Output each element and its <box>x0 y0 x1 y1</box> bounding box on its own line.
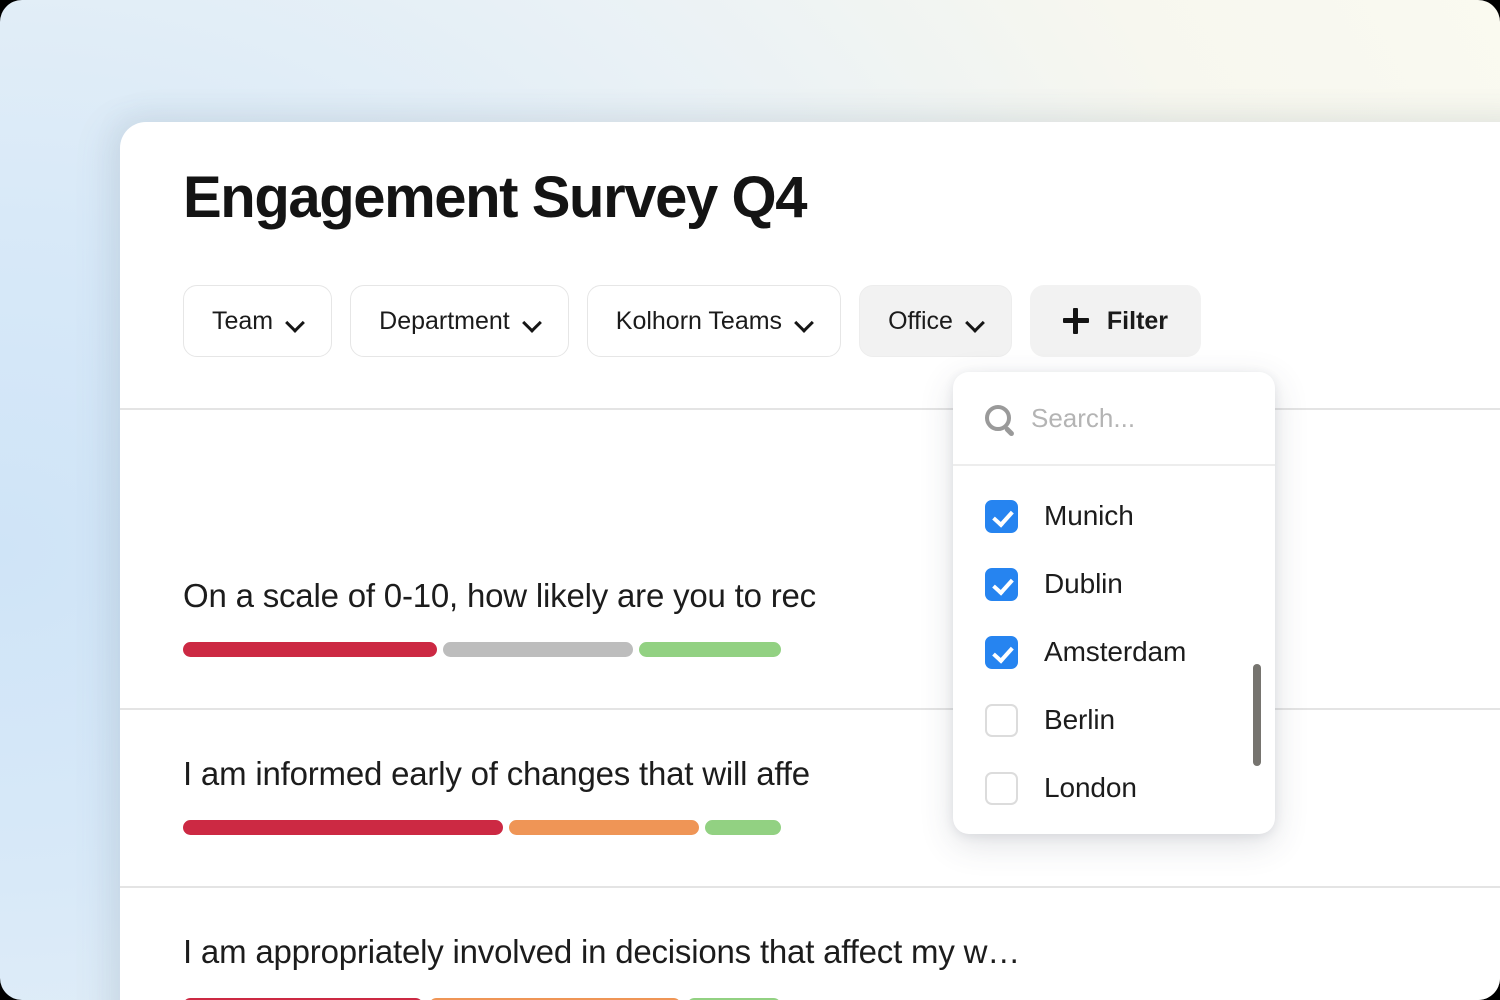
office-option-amsterdam[interactable]: Amsterdam <box>953 618 1275 686</box>
checkbox-checked-icon[interactable] <box>985 499 1018 533</box>
office-option-label: Berlin <box>1044 704 1115 735</box>
filter-chip-kolhorn-teams-label: Kolhorn Teams <box>615 306 783 335</box>
row-divider <box>120 886 1500 888</box>
checkbox-checked-icon[interactable] <box>985 567 1018 601</box>
office-option-label: Dublin <box>1044 568 1123 599</box>
question-text: I am appropriately involved in decisions… <box>183 933 1021 970</box>
add-filter-label: Filter <box>1106 306 1169 335</box>
survey-card: Engagement Survey Q4 Team Department Kol… <box>120 122 1500 1000</box>
search-icon <box>985 405 1011 431</box>
office-option-list: Munich Dublin Amsterdam Berlin London <box>953 466 1275 822</box>
office-option-munich[interactable]: Munich <box>953 482 1275 550</box>
question-text: I am informed early of changes that will… <box>183 755 810 792</box>
bar-segment-negative <box>183 820 503 835</box>
bar-segment-warning <box>509 820 699 835</box>
page-title: Engagement Survey Q4 <box>183 165 808 230</box>
filter-chip-office-label: Office <box>888 306 953 335</box>
filter-toolbar: Team Department Kolhorn Teams Office Fil… <box>183 285 1202 357</box>
plus-icon <box>1062 308 1089 334</box>
office-option-label: Munich <box>1044 500 1134 531</box>
app-canvas: Engagement Survey Q4 Team Department Kol… <box>0 0 1500 1000</box>
office-dropdown-panel: Munich Dublin Amsterdam Berlin London <box>953 372 1275 834</box>
chevron-down-icon <box>796 316 812 326</box>
checkbox-unchecked-icon[interactable] <box>985 771 1018 805</box>
question-row-1[interactable]: On a scale of 0-10, how likely are you t… <box>183 577 1500 657</box>
dropdown-search-bar <box>953 372 1275 466</box>
checkbox-unchecked-icon[interactable] <box>985 703 1018 737</box>
filter-chip-team-label: Team <box>212 306 274 335</box>
bar-segment-positive <box>639 642 781 657</box>
add-filter-button[interactable]: Filter <box>1029 285 1202 357</box>
filter-chip-kolhorn-teams[interactable]: Kolhorn Teams <box>586 285 842 357</box>
office-option-berlin[interactable]: Berlin <box>953 686 1275 754</box>
checkbox-checked-icon[interactable] <box>985 635 1018 669</box>
bar-segment-negative <box>183 642 437 657</box>
chevron-down-icon <box>524 316 540 326</box>
office-option-label: London <box>1044 772 1137 803</box>
row-divider <box>120 708 1500 710</box>
chevron-down-icon <box>287 316 303 326</box>
office-option-london[interactable]: London <box>953 754 1275 822</box>
question-row-2[interactable]: I am informed early of changes that will… <box>183 755 1500 835</box>
question-text: On a scale of 0-10, how likely are you t… <box>183 577 816 614</box>
office-option-label: Amsterdam <box>1044 636 1187 667</box>
filter-chip-office[interactable]: Office <box>859 285 1012 357</box>
bar-segment-neutral <box>443 642 633 657</box>
response-bar <box>183 642 1500 657</box>
filter-chip-department-label: Department <box>379 306 510 335</box>
search-input[interactable] <box>1029 401 1243 435</box>
dropdown-scrollbar-thumb[interactable] <box>1253 664 1261 766</box>
filter-chip-department[interactable]: Department <box>350 285 569 357</box>
filter-chip-team[interactable]: Team <box>183 285 333 357</box>
office-option-dublin[interactable]: Dublin <box>953 550 1275 618</box>
bar-segment-positive <box>705 820 781 835</box>
row-divider <box>120 408 1500 410</box>
question-row-3[interactable]: I am appropriately involved in decisions… <box>183 933 1500 1000</box>
response-bar <box>183 820 1500 835</box>
chevron-down-icon <box>967 316 983 326</box>
